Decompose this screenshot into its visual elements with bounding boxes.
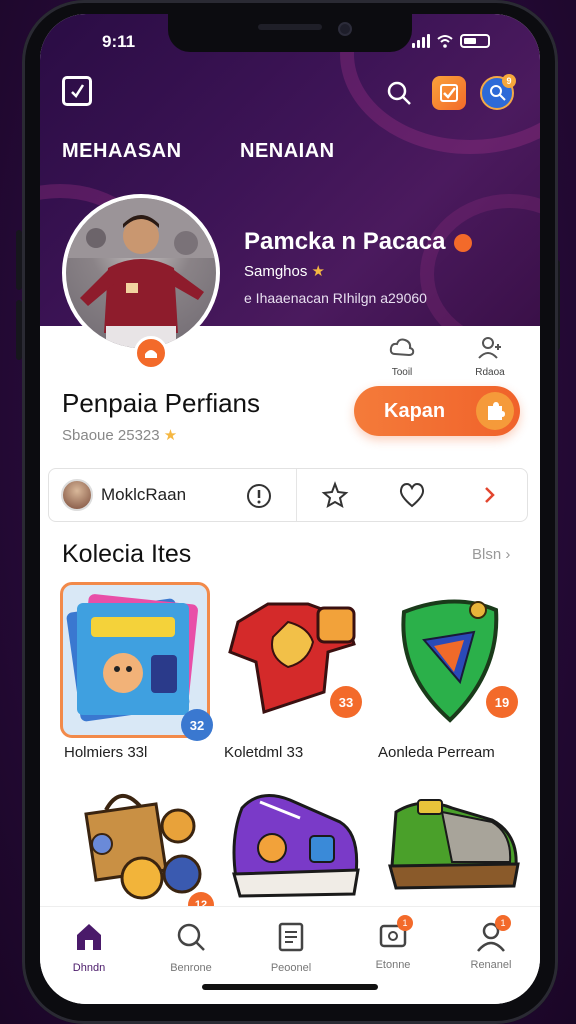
item-count: 32	[189, 717, 205, 733]
heart-icon[interactable]	[397, 480, 427, 510]
chevron-right-icon[interactable]	[474, 480, 504, 510]
home-icon	[77, 924, 101, 950]
decorative-swirl	[420, 194, 540, 326]
share-icon[interactable]	[320, 480, 350, 510]
nav-label: Etonne	[375, 959, 411, 971]
purple-sneaker-image	[232, 794, 360, 898]
nav-item-search[interactable]: Benrone	[156, 921, 226, 974]
cloud-icon	[389, 338, 415, 357]
nav-label: Dhndn	[72, 962, 106, 974]
nav-label: Renanel	[470, 959, 512, 971]
camera	[338, 22, 352, 36]
nav-label: Peoonel	[270, 962, 312, 974]
kapan-button-label: Kapan	[384, 399, 446, 422]
achievement-icon[interactable]	[432, 76, 466, 110]
mini-action-label: Rdaoa	[475, 367, 505, 378]
notification-badge: 9	[502, 74, 516, 88]
chip-user-name: MoklcRaan	[101, 485, 187, 504]
notifications-profile-icon[interactable]: 9	[480, 74, 516, 110]
item-count: 33	[338, 694, 354, 710]
puzzle-icon	[476, 392, 514, 430]
action-bar: MoklcRaan	[48, 468, 528, 522]
user-chip[interactable]: MoklcRaan	[49, 469, 297, 521]
chat-icon-wrap: 1	[377, 915, 413, 953]
section-heading: Penpaia Perfians	[62, 388, 261, 418]
mini-action-tooil[interactable]: Tooil	[372, 336, 432, 378]
wifi-icon	[437, 35, 453, 48]
status-icons	[412, 34, 490, 48]
nav-label: Benrone	[170, 962, 212, 974]
collection-card-3[interactable]: 19	[374, 582, 524, 738]
mini-action-label: Tooil	[391, 367, 413, 378]
star-icon: ★	[311, 263, 325, 280]
collection-item-label: Koletdml 33	[224, 744, 304, 761]
avatar-edit-badge[interactable]	[134, 336, 168, 370]
section-subtitle: Sbaoue 25323 ★	[62, 426, 177, 444]
search-icon[interactable]	[384, 78, 414, 108]
collection-title: Kolecia Ites	[62, 540, 192, 568]
person-icon-wrap: 1	[475, 915, 511, 953]
app-screen: 9:11 9 MEHAASAN NENAIAN Pamcka n Pacaca …	[40, 14, 540, 1004]
subtitle-text: Sbaoue 25323	[62, 427, 160, 444]
notch	[168, 14, 412, 52]
status-time: 9:11	[102, 32, 136, 51]
profile-name-text: Pamcka n Pacaca	[244, 228, 446, 255]
tab-mehaasan[interactable]: MEHAASAN	[62, 140, 182, 163]
pencil-check-icon	[71, 84, 85, 98]
edit-icon[interactable]	[62, 76, 92, 106]
tab-nenaian[interactable]: NENAIAN	[240, 140, 335, 163]
nav-item-chat[interactable]: 1 Etonne	[358, 915, 428, 971]
signal-icon	[412, 34, 430, 48]
player-photo	[66, 198, 216, 348]
item-count: 19	[494, 694, 510, 710]
profile-name: Pamcka n Pacaca	[244, 228, 473, 256]
action-icons	[297, 480, 527, 510]
kapan-button[interactable]: Kapan	[354, 386, 520, 436]
heart-badge-icon	[454, 233, 473, 252]
collection-item-label: Aonleda Perream	[378, 744, 495, 761]
document-icon	[278, 922, 304, 952]
user-add-icon	[478, 337, 501, 359]
item-count-badge: 32	[181, 709, 213, 741]
nav-item-home[interactable]: Dhndn	[54, 921, 124, 974]
mini-action-rdaoa[interactable]: Rdaoa	[460, 336, 520, 378]
bag-and-coins-image	[84, 794, 202, 900]
see-all-label: Blsn	[472, 546, 502, 563]
home-indicator[interactable]	[202, 984, 378, 990]
see-all-link[interactable]: Blsn ›	[472, 546, 510, 563]
profile-line1-text: Samghos	[244, 263, 308, 280]
collection-card-2[interactable]: 33	[218, 582, 368, 738]
item-count-badge: 33	[330, 686, 362, 718]
chat-badge: 1	[397, 915, 413, 931]
speaker	[258, 24, 322, 30]
collection-card-1[interactable]: 32	[60, 582, 213, 741]
nav-item-profile[interactable]: 1 Renanel	[456, 915, 526, 971]
profile-line2: e Ihaaenacan RIhilgn a29060	[244, 290, 427, 306]
nav-item-documents[interactable]: Peoonel	[256, 921, 326, 974]
collection-item-label: Holmiers 33l	[64, 744, 148, 761]
alert-icon[interactable]	[246, 483, 272, 509]
star-icon: ★	[163, 427, 178, 444]
search-icon	[177, 923, 205, 951]
item-count-badge: 19	[486, 686, 518, 718]
hand-icon	[145, 350, 157, 358]
chip-avatar	[61, 479, 93, 511]
green-boot-image	[388, 799, 520, 890]
battery-icon	[460, 34, 490, 48]
avatar[interactable]	[62, 194, 220, 352]
profile-line1: Samghos ★	[244, 262, 325, 280]
profile-badge: 1	[495, 915, 511, 931]
